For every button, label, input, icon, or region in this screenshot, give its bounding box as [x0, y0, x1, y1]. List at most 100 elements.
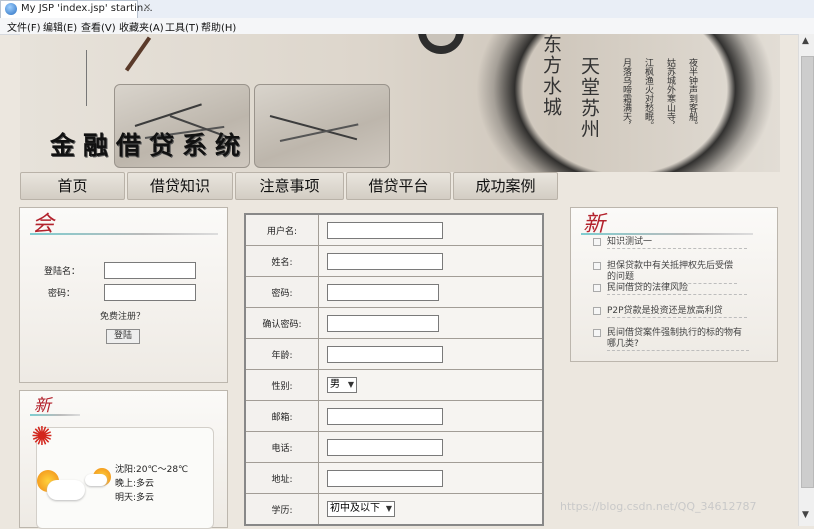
age-field[interactable]	[327, 345, 443, 363]
form-row: 姓名:	[244, 245, 544, 277]
form-row: 电话:	[244, 431, 544, 463]
weather-box: 新 ✺ 沈阳:20℃～28℃ 晚上:多云 明天:多云	[19, 390, 228, 529]
main-nav: 首页 借贷知识 注意事项 借贷平台 成功案例	[20, 172, 780, 200]
weather-card: ✺ 沈阳:20℃～28℃ 晚上:多云 明天:多云	[31, 422, 214, 529]
bullet-icon	[593, 238, 601, 246]
nav-platform[interactable]: 借贷平台	[346, 172, 451, 200]
form-row: 邮箱:	[244, 400, 544, 432]
bullet-icon	[593, 307, 601, 315]
weather-tonight: 晚上:多云	[115, 479, 155, 489]
news-item[interactable]: 知识测试一	[607, 237, 747, 249]
ie-icon	[5, 3, 17, 15]
gender-value: 男	[330, 379, 340, 390]
form-row: 地址:	[244, 462, 544, 494]
news-item[interactable]: P2P贷款是投资还是放高利贷	[607, 306, 747, 318]
field-label: 地址:	[244, 462, 319, 494]
form-row: 性别: 男 ▼	[244, 369, 544, 401]
field-label: 密码:	[244, 276, 319, 308]
field-label: 年龄:	[244, 338, 319, 370]
poem-line-4: 夜半钟声到客船。	[687, 58, 697, 130]
calligraphy-scroll	[86, 50, 117, 106]
heading-divider	[30, 414, 80, 416]
slogan-left: 东方水城	[540, 34, 562, 118]
menu-tools[interactable]: 工具(T)	[165, 19, 199, 34]
email-field[interactable]	[327, 407, 443, 425]
chevron-down-icon: ▼	[385, 504, 392, 513]
maple-leaf-icon: ✺	[31, 422, 53, 452]
field-label: 邮箱:	[244, 400, 319, 432]
login-button[interactable]: 登陆	[106, 329, 140, 344]
education-select[interactable]: 初中及以下 ▼	[327, 501, 395, 517]
username-input[interactable]	[104, 262, 196, 279]
menu-edit[interactable]: 编辑(E)	[43, 19, 77, 34]
nav-success-cases[interactable]: 成功案例	[453, 172, 558, 200]
password-input[interactable]	[104, 284, 196, 301]
field-label: 用户名:	[244, 213, 319, 246]
close-tab-icon[interactable]: ×	[143, 2, 151, 13]
address-field[interactable]	[327, 469, 443, 487]
menu-file[interactable]: 文件(F)	[7, 19, 41, 34]
nav-notes[interactable]: 注意事项	[235, 172, 344, 200]
cloud-icon	[47, 480, 85, 500]
education-value: 初中及以下	[330, 503, 380, 514]
chevron-down-icon: ▼	[347, 380, 354, 389]
phone-field[interactable]	[327, 438, 443, 456]
poem-line-3: 姑苏城外寒山寺，	[665, 58, 675, 130]
scroll-down-icon[interactable]: ▼	[802, 510, 809, 520]
username-field[interactable]	[327, 221, 443, 239]
browser-tab-bar: My JSP 'index.jsp' startin... ×	[0, 0, 814, 19]
news-box: 新 知识测试一 担保贷款中有关抵押权先后受偿的问题 民间借贷的法律风险 P2P贷…	[570, 207, 778, 362]
form-row: 用户名:	[244, 213, 544, 246]
field-label: 性别:	[244, 369, 319, 401]
weather-today: 沈阳:20℃～28℃	[115, 465, 189, 475]
browser-tab[interactable]: My JSP 'index.jsp' startin...	[0, 0, 153, 18]
heading-divider	[30, 233, 218, 235]
system-title: 金融借贷系统	[50, 131, 249, 160]
news-item[interactable]: 民间借贷的法律风险	[607, 283, 747, 295]
field-label: 学历:	[244, 493, 319, 526]
register-link[interactable]: 免费注册？	[100, 309, 145, 322]
news-item[interactable]: 民间借贷案件强制执行的标的物有哪几类?	[607, 328, 749, 351]
weather-box-heading: 新	[34, 396, 51, 416]
brush-icon	[124, 36, 152, 72]
menu-help[interactable]: 帮助(H)	[201, 19, 236, 34]
banner: 金融借贷系统 东方水城 天堂苏州 月落乌啼霜满天， 江枫渔火对愁眠。 姑苏城外寒…	[20, 34, 780, 172]
nav-loan-knowledge[interactable]: 借贷知识	[127, 172, 233, 200]
tab-title: My JSP 'index.jsp' startin...	[21, 3, 153, 14]
vertical-scrollbar[interactable]: ▲ ▼	[798, 34, 814, 526]
field-label: 确认密码:	[244, 307, 319, 339]
form-row: 确认密码:	[244, 307, 544, 339]
name-field[interactable]	[327, 252, 443, 270]
form-row: 学历: 初中及以下 ▼	[244, 493, 544, 526]
scroll-thumb[interactable]	[801, 56, 814, 488]
menu-view[interactable]: 查看(V)	[81, 19, 116, 34]
small-cloud-icon	[85, 474, 107, 486]
heading-divider	[581, 233, 753, 235]
weather-tomorrow: 明天:多云	[115, 493, 155, 503]
news-item[interactable]: 担保贷款中有关抵押权先后受偿的问题	[607, 261, 737, 284]
nav-home[interactable]: 首页	[20, 172, 125, 200]
password-label: 密码：	[48, 289, 76, 299]
form-row: 年龄:	[244, 338, 544, 370]
register-form: 用户名: 姓名: 密码: 确认密码: 年龄: 性别: 男 ▼ 邮箱: 电话: 地址:…	[244, 213, 544, 526]
bullet-icon	[593, 329, 601, 337]
field-label: 姓名:	[244, 245, 319, 277]
scroll-up-icon[interactable]: ▲	[802, 36, 809, 46]
poem-line-2: 江枫渔火对愁眠。	[643, 58, 653, 130]
gender-select[interactable]: 男 ▼	[327, 377, 357, 393]
lotus-pod	[418, 34, 464, 54]
confirm-password-field[interactable]	[327, 314, 439, 332]
ink-painting-right	[254, 84, 390, 168]
bullet-icon	[593, 284, 601, 292]
slogan-right: 天堂苏州	[578, 56, 600, 140]
form-row: 密码:	[244, 276, 544, 308]
bullet-icon	[593, 262, 601, 270]
watermark: https://blog.csdn.net/QQ_34612787	[560, 500, 757, 513]
menu-favorites[interactable]: 收藏夹(A)	[119, 19, 164, 34]
password-field[interactable]	[327, 283, 439, 301]
poem-line-1: 月落乌啼霜满天，	[621, 58, 631, 130]
username-label: 登陆名：	[44, 267, 81, 277]
field-label: 电话:	[244, 431, 319, 463]
login-box: 会 登陆名： 密码： 免费注册？ 登陆	[19, 207, 228, 383]
menu-bar: 文件(F) 编辑(E) 查看(V) 收藏夹(A) 工具(T) 帮助(H)	[0, 18, 814, 35]
